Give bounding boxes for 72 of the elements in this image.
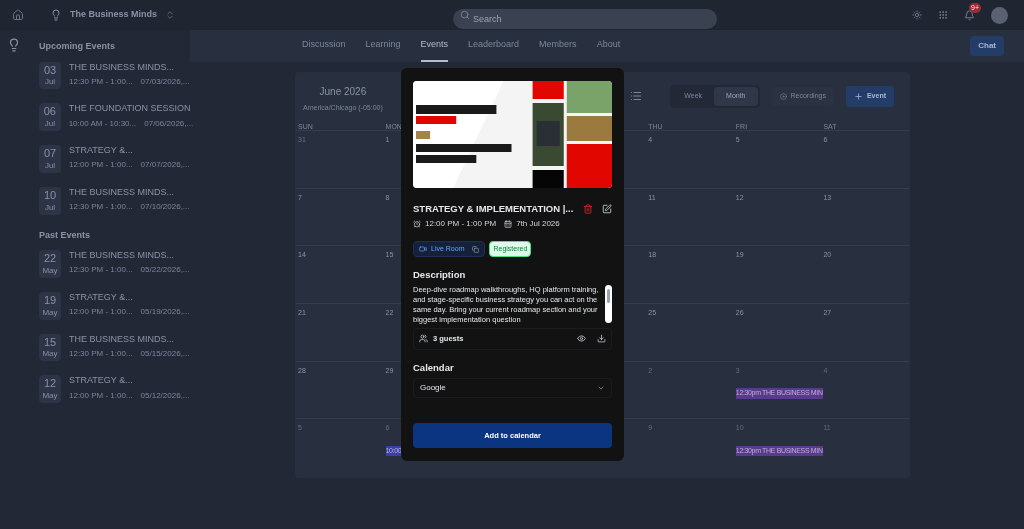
- alarm-clock-icon: [413, 220, 421, 229]
- plus-icon: [853, 91, 863, 101]
- calendar-icon: [504, 220, 513, 229]
- avatar[interactable]: [991, 6, 1008, 24]
- theme-icon[interactable]: [912, 10, 922, 20]
- nav-tab[interactable]: Events: [420, 30, 449, 62]
- event-title[interactable]: STRATEGY &...: [69, 291, 133, 303]
- switch-icon[interactable]: [165, 10, 176, 20]
- notifications-icon[interactable]: [964, 9, 975, 21]
- date-badge: 03 Jul: [39, 61, 61, 90]
- event-title[interactable]: THE FOUNDATION SESSION: [68, 103, 191, 115]
- event-date: 05/22/2026,...: [140, 265, 190, 276]
- event-time: 12:30 PM - 1:00...: [69, 265, 133, 276]
- date-badge: 06 Jul: [39, 103, 61, 131]
- guests-icon: [419, 334, 428, 343]
- chat-button[interactable]: Chat: [970, 36, 1004, 56]
- list-view-icon[interactable]: [630, 90, 643, 103]
- event-date: 07/03/2026,...: [140, 76, 190, 87]
- event-title[interactable]: STRATEGY &...: [69, 145, 133, 157]
- search-icon: [460, 10, 471, 20]
- download-icon[interactable]: [597, 334, 606, 343]
- community-name[interactable]: The Business Minds: [70, 8, 158, 22]
- event-time: 12:30 PM - 1:00...: [69, 76, 133, 87]
- date-badge: 15 May: [39, 333, 61, 362]
- nav-tab[interactable]: Members: [539, 30, 577, 62]
- event-time: 12:30 PM - 1:00...: [69, 348, 133, 359]
- nav-tab[interactable]: Learning: [365, 30, 401, 62]
- event-title[interactable]: THE BUSINESS MINDS...: [69, 61, 175, 73]
- home-icon[interactable]: [12, 9, 24, 21]
- date-badge: 22 May: [39, 250, 61, 278]
- event-date: 07/07/2026,...: [140, 160, 190, 171]
- edit-icon[interactable]: [602, 204, 612, 215]
- event-title[interactable]: THE BUSINESS MINDS...: [69, 333, 175, 345]
- event-title[interactable]: STRATEGY &...: [69, 375, 133, 387]
- view-icon[interactable]: [577, 334, 586, 343]
- scrollbar: [605, 284, 612, 323]
- nav-tab[interactable]: Discussion: [302, 30, 346, 62]
- event-title[interactable]: THE BUSINESS MINDS...: [69, 250, 175, 262]
- event-time: 12:30 PM - 1:00...: [69, 202, 133, 212]
- delete-icon[interactable]: [583, 204, 593, 215]
- section-title: Past Events: [39, 228, 92, 242]
- event-time: 12:00 PM - 1:00...: [69, 390, 133, 401]
- nav-tab[interactable]: About: [596, 30, 621, 62]
- event-date: 07/06/2026,...: [144, 118, 194, 129]
- event-time: 10:00 AM - 10:30...: [68, 118, 137, 129]
- nav-tab[interactable]: Leaderboard: [468, 30, 520, 62]
- date-badge: 07 Jul: [39, 145, 61, 173]
- lightbulb-icon: [50, 9, 62, 21]
- date-badge: 10 Jul: [39, 186, 61, 215]
- section-title: Calendar: [413, 360, 455, 375]
- copy-icon[interactable]: [472, 245, 480, 253]
- lightbulb-icon[interactable]: [7, 38, 21, 52]
- event-title: STRATEGY & IMPLEMENTATION |...: [413, 202, 574, 216]
- video-icon: [419, 245, 427, 254]
- month-title: June 2026: [319, 85, 367, 99]
- search-field[interactable]: Search: [453, 9, 718, 29]
- section-title: Description: [413, 268, 467, 283]
- event-time: 12:00 PM - 1:00...: [69, 160, 133, 171]
- section-title: Upcoming Events: [39, 40, 116, 53]
- event-date: 7th Jul 2026: [516, 218, 560, 231]
- event-date: 05/12/2026,...: [140, 390, 190, 401]
- date-badge: 19 May: [39, 291, 61, 320]
- event-title[interactable]: THE BUSINESS MINDS...: [69, 186, 175, 198]
- event-time: 12:00 PM - 1:00...: [69, 307, 133, 317]
- apps-icon[interactable]: [938, 10, 948, 20]
- recording-icon: [779, 92, 787, 100]
- event-date: 07/10/2026,...: [140, 202, 190, 212]
- date-badge: 12 May: [39, 375, 61, 403]
- event-time: 12:00 PM - 1:00 PM: [425, 218, 497, 231]
- event-date: 05/15/2026,...: [140, 348, 190, 359]
- calendar-select[interactable]: Google: [413, 377, 612, 398]
- event-date: 05/19/2026,...: [140, 307, 190, 317]
